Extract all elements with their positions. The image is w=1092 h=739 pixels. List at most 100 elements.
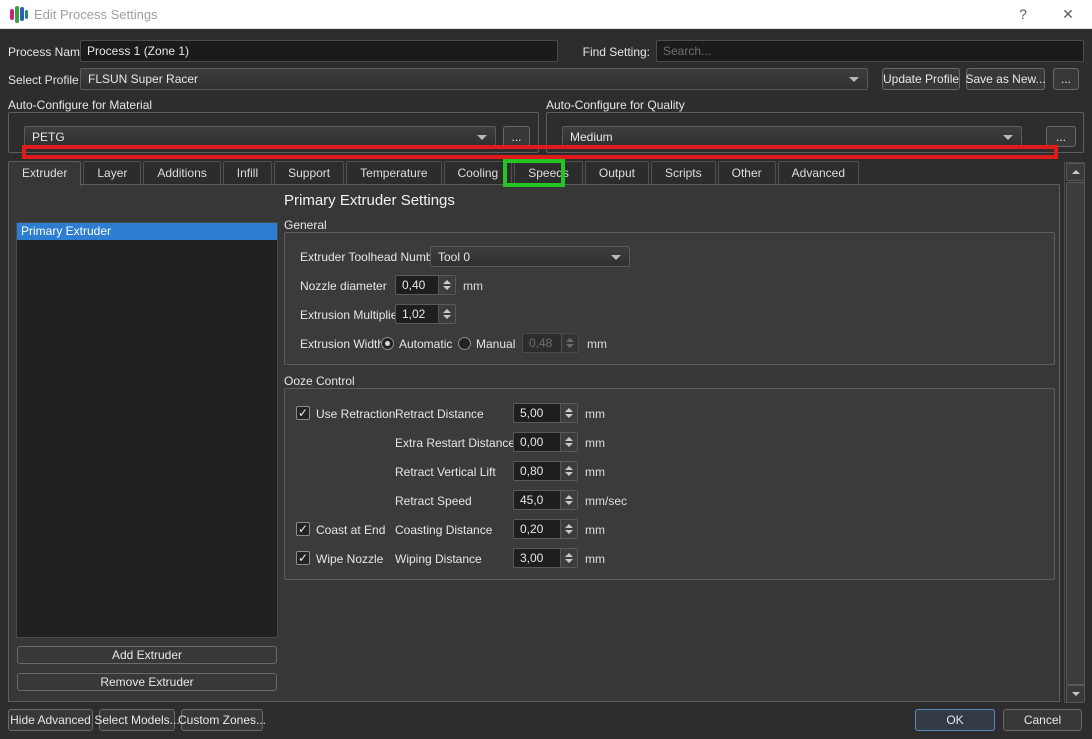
spinner-up-icon[interactable] (565, 437, 573, 441)
quality-combo[interactable]: Medium (562, 126, 1022, 147)
retract-vertical-lift-spinner[interactable]: 0,80 (513, 461, 578, 481)
help-button[interactable]: ? (1010, 5, 1036, 23)
spinner-down-icon[interactable] (565, 501, 573, 505)
profile-combo[interactable]: FLSUN Super Racer (80, 68, 868, 90)
coasting-distance-label: Coasting Distance (395, 523, 492, 537)
extrusion-width-spinner: 0,48 (522, 333, 579, 353)
spinner-down-icon (566, 344, 574, 348)
tab-additions[interactable]: Additions (143, 161, 220, 184)
retract-speed-value: 45,0 (514, 491, 560, 509)
select-profile-label: Select Profile (8, 73, 79, 87)
retract-distance-spinner[interactable]: 5,00 (513, 403, 578, 423)
close-button[interactable]: ✕ (1055, 5, 1081, 23)
material-more-button[interactable]: ... (503, 126, 530, 147)
update-profile-button[interactable]: Update Profile (882, 68, 960, 90)
retract-vertical-lift-unit: mm (585, 465, 605, 479)
retract-speed-spinner[interactable]: 45,0 (513, 490, 578, 510)
scrollbar-thumb[interactable] (1066, 182, 1085, 685)
spinner-down-icon[interactable] (565, 559, 573, 563)
spinner-up-icon[interactable] (565, 553, 573, 557)
chevron-down-icon (849, 77, 859, 82)
spinner-down-icon[interactable] (565, 443, 573, 447)
find-setting-search-input[interactable] (656, 40, 1084, 62)
save-as-new-button[interactable]: Save as New... (966, 68, 1045, 90)
nozzle-diameter-spinner[interactable]: 0,40 (395, 275, 456, 295)
tab-temperature[interactable]: Temperature (346, 161, 441, 184)
spinner-up-icon[interactable] (565, 408, 573, 412)
tab-extruder[interactable]: Extruder (8, 161, 81, 186)
extrusion-width-manual-radio[interactable] (458, 337, 471, 350)
spinner-arrows[interactable] (438, 305, 455, 323)
cancel-button[interactable]: Cancel (1003, 709, 1082, 731)
spinner-up-icon[interactable] (443, 309, 451, 313)
general-section-label: General (284, 218, 327, 232)
spinner-arrows[interactable] (560, 462, 577, 480)
select-models-button[interactable]: Select Models... (99, 709, 175, 731)
extrusion-multiplier-label: Extrusion Multiplier (300, 308, 401, 322)
window-title: Edit Process Settings (34, 7, 158, 22)
add-extruder-button[interactable]: Add Extruder (17, 646, 277, 664)
extrusion-width-manual-label[interactable]: Manual (476, 337, 515, 351)
tab-speeds[interactable]: Speeds (514, 161, 583, 184)
wipe-nozzle-checkbox[interactable]: ✓ (296, 551, 310, 565)
spinner-down-icon[interactable] (443, 286, 451, 290)
toolhead-combo[interactable]: Tool 0 (430, 246, 630, 267)
coasting-distance-value: 0,20 (514, 520, 560, 538)
pane-title: Primary Extruder Settings (284, 192, 455, 209)
tab-other[interactable]: Other (718, 161, 776, 184)
scrollbar-down-button[interactable] (1066, 685, 1085, 703)
coasting-distance-spinner[interactable]: 0,20 (513, 519, 578, 539)
extrusion-width-automatic-label[interactable]: Automatic (399, 337, 452, 351)
wiping-distance-spinner[interactable]: 3,00 (513, 548, 578, 568)
nozzle-diameter-label: Nozzle diameter (300, 279, 387, 293)
spinner-up-icon[interactable] (565, 524, 573, 528)
coast-at-end-label[interactable]: Coast at End (316, 523, 385, 537)
coast-at-end-checkbox[interactable]: ✓ (296, 522, 310, 536)
process-name-input[interactable] (80, 40, 558, 62)
scroll-down-icon (1072, 692, 1080, 696)
quality-combo-value: Medium (570, 130, 613, 144)
tab-layer[interactable]: Layer (83, 161, 141, 184)
spinner-up-icon[interactable] (443, 280, 451, 284)
spinner-arrows[interactable] (560, 520, 577, 538)
spinner-down-icon[interactable] (565, 530, 573, 534)
profile-more-button[interactable]: ... (1053, 68, 1079, 90)
spinner-arrows[interactable] (560, 404, 577, 422)
use-retraction-checkbox[interactable]: ✓ (296, 406, 310, 420)
wipe-nozzle-label[interactable]: Wipe Nozzle (316, 552, 383, 566)
ooze-control-section-label: Ooze Control (284, 374, 355, 388)
extra-restart-distance-unit: mm (585, 436, 605, 450)
spinner-down-icon[interactable] (565, 472, 573, 476)
spinner-arrows[interactable] (438, 276, 455, 294)
quality-more-button[interactable]: ... (1046, 126, 1076, 147)
spinner-arrows[interactable] (560, 433, 577, 451)
tab-advanced[interactable]: Advanced (778, 161, 859, 184)
tab-output[interactable]: Output (585, 161, 649, 184)
extrusion-width-automatic-radio[interactable] (381, 337, 394, 350)
material-combo[interactable]: PETG (24, 126, 496, 147)
auto-configure-material-label: Auto-Configure for Material (8, 98, 152, 112)
spinner-down-icon[interactable] (443, 315, 451, 319)
chevron-down-icon (477, 135, 487, 140)
tab-support[interactable]: Support (274, 161, 344, 184)
spinner-arrows[interactable] (560, 549, 577, 567)
use-retraction-label[interactable]: Use Retraction (316, 407, 395, 421)
spinner-up-icon[interactable] (565, 495, 573, 499)
hide-advanced-button[interactable]: Hide Advanced (8, 709, 93, 731)
title-bar: Edit Process Settings ? ✕ (0, 0, 1092, 29)
tab-scripts[interactable]: Scripts (651, 161, 716, 184)
spinner-arrows[interactable] (560, 491, 577, 509)
tab-cooling[interactable]: Cooling (444, 161, 513, 184)
remove-extruder-button[interactable]: Remove Extruder (17, 673, 277, 691)
list-item-primary-extruder[interactable]: Primary Extruder (17, 223, 277, 240)
tab-infill[interactable]: Infill (223, 161, 272, 184)
extra-restart-distance-spinner[interactable]: 0,00 (513, 432, 578, 452)
spinner-up-icon[interactable] (565, 466, 573, 470)
ok-button[interactable]: OK (915, 709, 995, 731)
extrusion-multiplier-spinner[interactable]: 1,02 (395, 304, 456, 324)
spinner-up-icon (566, 338, 574, 342)
nozzle-diameter-value: 0,40 (396, 276, 438, 294)
spinner-down-icon[interactable] (565, 414, 573, 418)
custom-zones-button[interactable]: Custom Zones... (181, 709, 263, 731)
scrollbar-up-button[interactable] (1066, 163, 1085, 181)
